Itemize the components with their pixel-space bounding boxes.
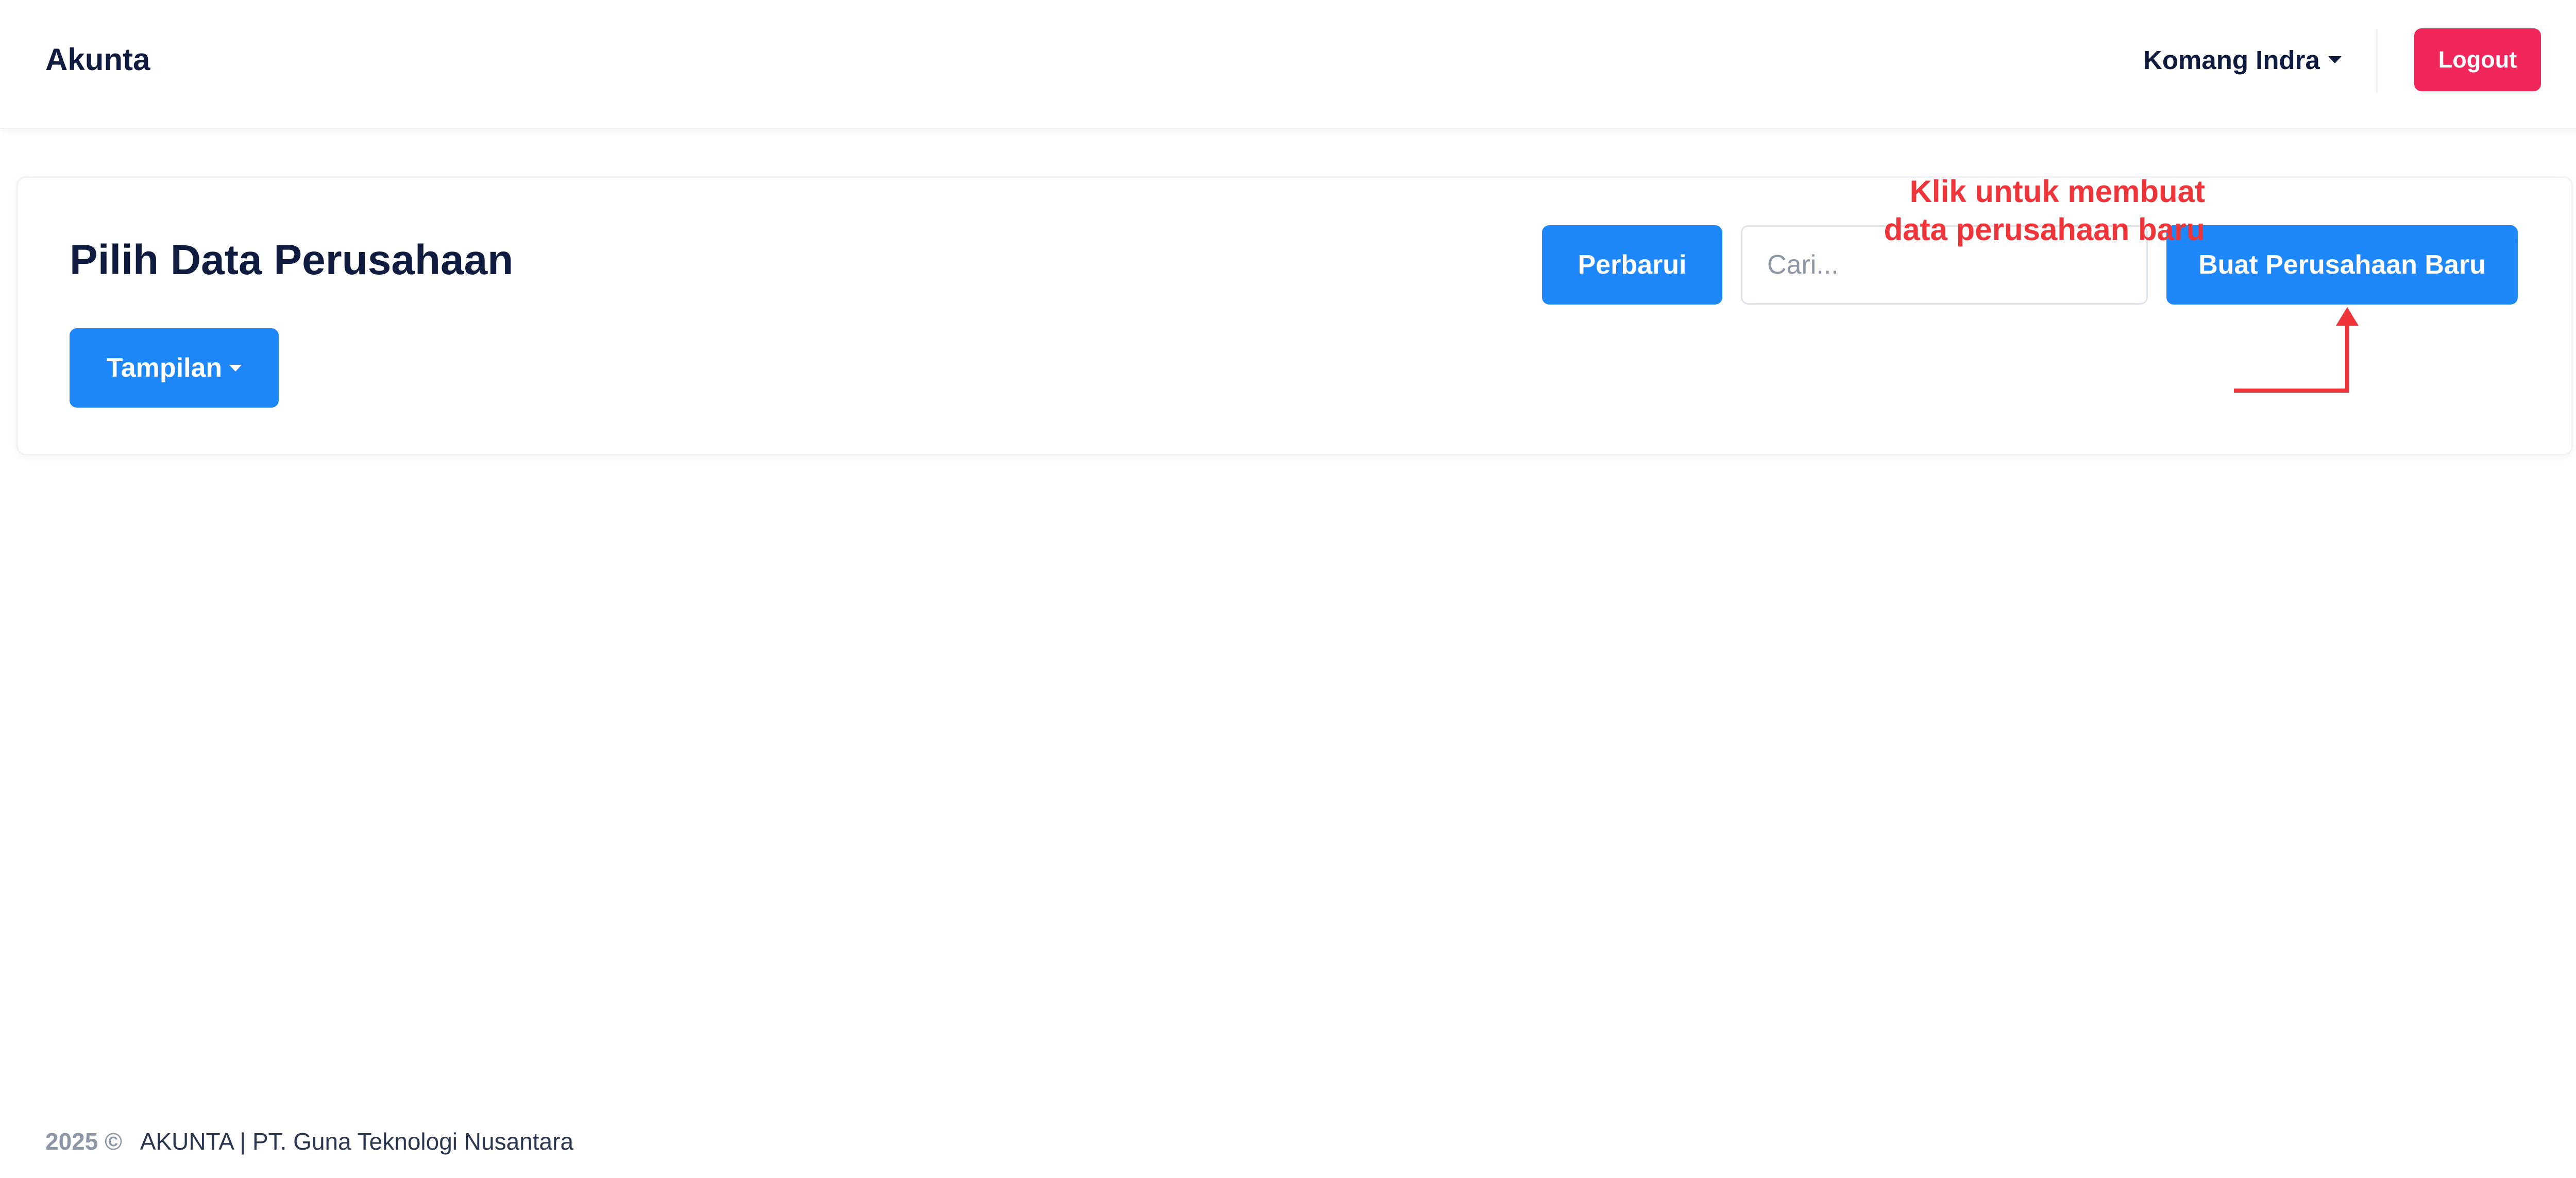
annotation-line-1: Klik untuk membuat [1909,174,2205,209]
user-name: Komang Indra [2143,45,2320,75]
footer-copyright-year: 2025 © [45,1128,123,1155]
refresh-button[interactable]: Perbarui [1542,225,1722,305]
navbar-divider [2376,29,2378,93]
annotation-text: Klik untuk membuat data perusahaan baru [1884,173,2205,249]
brand-logo[interactable]: Akunta [45,40,150,79]
page-footer: 2025 © AKUNTA | PT. Guna Teknologi Nusan… [45,1123,573,1159]
annotation-line-2: data perusahaan baru [1884,212,2205,247]
create-company-button[interactable]: Buat Perusahaan Baru [2166,225,2518,305]
view-dropdown-button[interactable]: Tampilan [70,328,279,408]
user-menu-dropdown[interactable]: Komang Indra [2143,40,2342,79]
chevron-down-icon [2328,56,2342,63]
chevron-down-icon [229,364,242,372]
footer-company-text: AKUNTA | PT. Guna Teknologi Nusantara [140,1128,574,1155]
arrow-up-icon [2234,307,2359,393]
page-title: Pilih Data Perusahaan [70,237,514,283]
logout-button[interactable]: Logout [2414,28,2541,91]
top-navbar: Akunta Komang Indra Logout [0,0,2576,129]
view-dropdown-label: Tampilan [106,353,223,383]
